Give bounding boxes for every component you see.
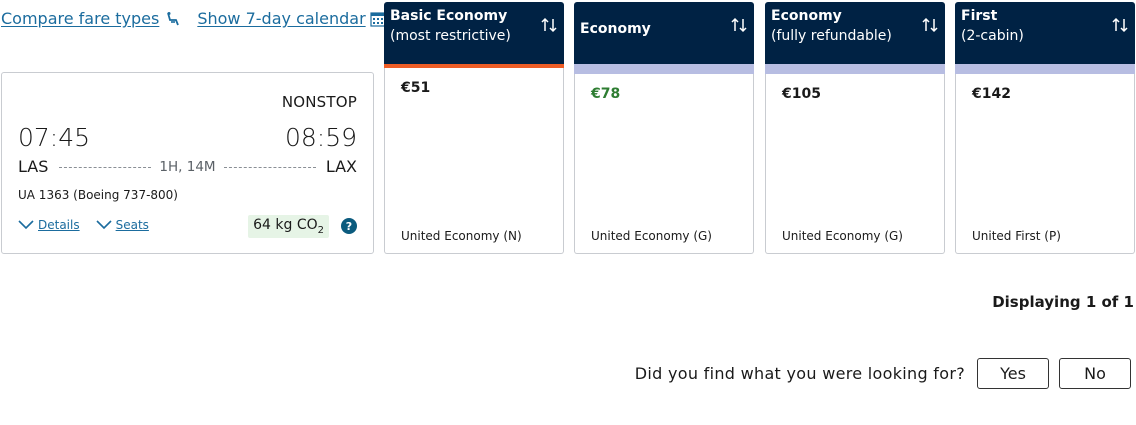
fare-name: First (961, 8, 998, 24)
fare-accent-bar (574, 64, 754, 74)
sort-icon[interactable] (540, 16, 558, 38)
fare-price: €105 (782, 86, 821, 102)
stops-label: NONSTOP (281, 93, 357, 111)
fare-cabin: United First (P) (972, 229, 1061, 243)
fare-price: €142 (972, 86, 1011, 102)
details-label: Details (38, 218, 80, 232)
show-7-day-calendar-link[interactable]: Show 7-day calendar (197, 9, 386, 28)
fare-name: Economy (580, 21, 651, 37)
route-dash-left (59, 166, 152, 168)
fare-price: €51 (401, 80, 431, 96)
fare-price: €78 (591, 86, 621, 102)
details-toggle[interactable]: Details (18, 218, 80, 232)
departure-time: 07:45 (18, 123, 91, 152)
fare-subtitle: (2-cabin) (961, 28, 1024, 44)
fare-column-first: First (2-cabin) €142 United First (P) (955, 2, 1135, 254)
fare-cabin: United Economy (G) (782, 229, 903, 243)
fare-column-economy: Economy €78 United Economy (G) (574, 2, 754, 254)
chevron-down-icon (96, 220, 112, 230)
co2-emissions: 64 kg CO2 ? (248, 215, 357, 238)
co2-value: 64 kg CO (253, 217, 318, 233)
results-count: Displaying 1 of 1 (992, 293, 1134, 311)
show-7-day-calendar-label: Show 7-day calendar (197, 9, 366, 28)
fare-accent-bar (955, 64, 1135, 74)
fare-header: Economy (fully refundable) (765, 2, 945, 64)
fare-header: Economy (574, 2, 754, 64)
sort-icon[interactable] (1111, 16, 1129, 38)
co2-badge: 64 kg CO2 (248, 215, 329, 238)
fare-name: Economy (771, 8, 842, 24)
fare-price-cell[interactable]: €51 United Economy (N) (384, 68, 564, 254)
destination-airport: LAX (325, 157, 357, 176)
feedback-yes-button[interactable]: Yes (977, 358, 1049, 389)
fare-header: Basic Economy (most restrictive) (384, 2, 564, 64)
chevron-down-icon (18, 220, 34, 230)
fare-accent-bar (765, 64, 945, 74)
compare-fare-types-link[interactable]: Compare fare types (1, 9, 181, 28)
co2-help-icon[interactable]: ? (341, 218, 357, 235)
fare-column-basic-economy: Basic Economy (most restrictive) €51 Uni… (384, 2, 564, 254)
arrival-time: 08:59 (284, 123, 357, 152)
flight-duration: 1H, 14M (159, 159, 216, 175)
sort-icon[interactable] (921, 16, 939, 38)
fare-price-cell[interactable]: €78 United Economy (G) (574, 74, 754, 254)
fare-subtitle: (fully refundable) (771, 28, 892, 44)
top-links: Compare fare types Show 7-day calendar (1, 9, 386, 28)
origin-airport: LAS (18, 157, 49, 176)
compare-fare-types-label: Compare fare types (1, 9, 160, 28)
feedback-question: Did you find what you were looking for? (634, 364, 965, 383)
fare-cabin: United Economy (G) (591, 229, 712, 243)
route-line: 1H, 14M (59, 157, 316, 177)
co2-subscript: 2 (317, 224, 324, 236)
fare-name: Basic Economy (390, 8, 508, 24)
feedback-no-button[interactable]: No (1059, 358, 1131, 389)
fare-subtitle: (most restrictive) (390, 28, 511, 44)
route-dash-right (223, 166, 316, 168)
sort-icon[interactable] (730, 16, 748, 38)
flight-card-links: Details Seats (18, 218, 165, 232)
flight-number-aircraft: UA 1363 (Boeing 737-800) (18, 188, 178, 202)
seat-icon (165, 11, 181, 27)
fare-header: First (2-cabin) (955, 2, 1135, 64)
fare-cabin: United Economy (N) (401, 229, 522, 243)
seats-toggle[interactable]: Seats (96, 218, 149, 232)
fare-column-economy-refundable: Economy (fully refundable) €105 United E… (765, 2, 945, 254)
feedback-prompt: Did you find what you were looking for? … (635, 358, 1131, 389)
fare-price-cell[interactable]: €105 United Economy (G) (765, 74, 945, 254)
fare-price-cell[interactable]: €142 United First (P) (955, 74, 1135, 254)
seats-label: Seats (115, 218, 149, 232)
flight-card: NONSTOP 07:45 08:59 LAS 1H, 14M LAX UA 1… (1, 72, 374, 254)
